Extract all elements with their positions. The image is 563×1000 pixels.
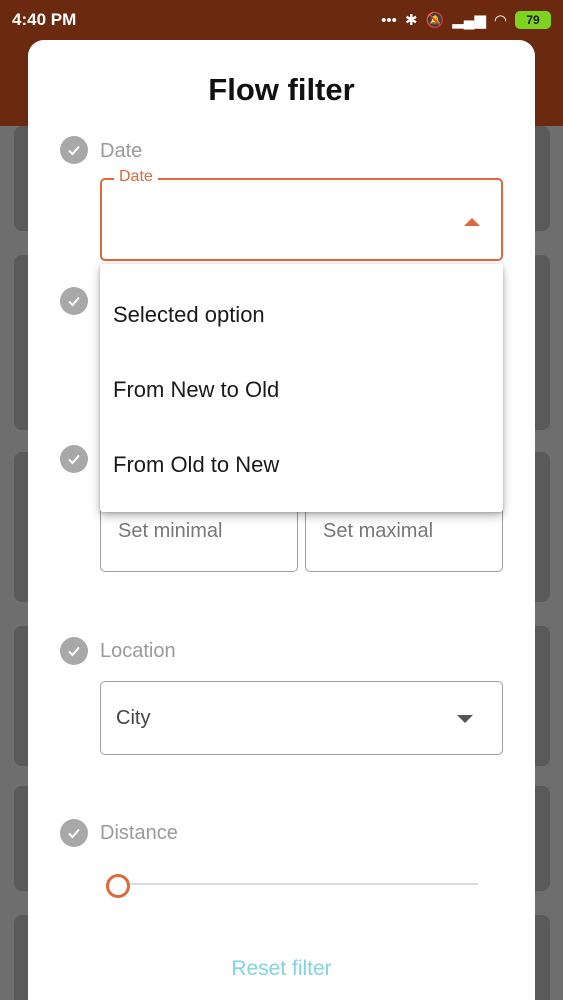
- dropdown-option[interactable]: From New to Old: [113, 377, 279, 403]
- date-check-icon[interactable]: [60, 136, 88, 164]
- date-field-label: Date: [114, 168, 158, 186]
- distance-check-icon[interactable]: [60, 819, 88, 847]
- status-time: 4:40 PM: [12, 10, 77, 29]
- sort-check-icon[interactable]: [60, 287, 88, 315]
- location-select[interactable]: City: [100, 681, 503, 755]
- status-icons: ••• ✱ 🔕 ▂▄▆ ◠ 79: [381, 11, 551, 29]
- date-sort-dropdown: Selected option From New to Old From Old…: [100, 264, 503, 512]
- date-sort-select[interactable]: Date: [100, 168, 503, 261]
- distance-slider-track[interactable]: [118, 883, 478, 885]
- caret-up-icon: [464, 218, 480, 226]
- date-section-label: Date: [100, 140, 143, 162]
- signal-icon: ▂▄▆: [452, 12, 486, 29]
- mute-icon: 🔕: [425, 12, 445, 29]
- range-check-icon[interactable]: [60, 445, 88, 473]
- range-min-placeholder: Set minimal: [118, 520, 223, 542]
- wifi-icon: ◠: [493, 12, 507, 29]
- caret-down-icon: [457, 715, 473, 723]
- status-bar: 4:40 PM ••• ✱ 🔕 ▂▄▆ ◠ 79: [0, 0, 563, 40]
- battery-icon: 79: [515, 11, 551, 29]
- filter-sheet: Flow filter Date Date Set minimal Set ma…: [28, 40, 535, 1000]
- bluetooth-icon: ✱: [404, 12, 418, 29]
- distance-slider-thumb[interactable]: [106, 874, 130, 898]
- distance-section-label: Distance: [100, 822, 178, 844]
- more-icon: •••: [381, 11, 397, 29]
- reset-filter-button[interactable]: Reset filter: [28, 957, 535, 981]
- location-check-icon[interactable]: [60, 637, 88, 665]
- location-section-label: Location: [100, 640, 176, 662]
- dropdown-option[interactable]: Selected option: [113, 302, 265, 328]
- sheet-title: Flow filter: [208, 72, 355, 107]
- location-value: City: [116, 707, 151, 729]
- dropdown-option[interactable]: From Old to New: [113, 452, 279, 478]
- range-max-placeholder: Set maximal: [323, 520, 434, 542]
